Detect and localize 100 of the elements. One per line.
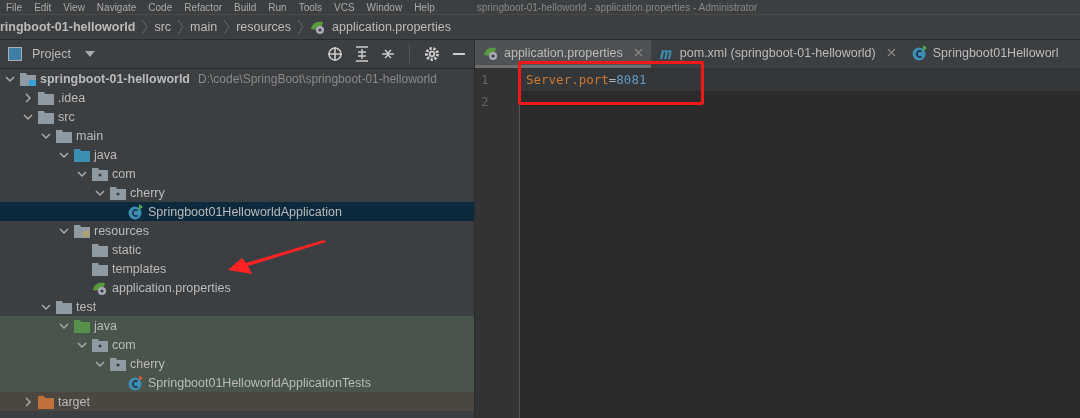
tree-row[interactable]: main (0, 126, 474, 145)
breadcrumb-item[interactable]: ringboot-01-helloworld (0, 20, 136, 34)
chevron-icon[interactable] (23, 92, 33, 103)
tree-label: Springboot01HelloworldApplication (148, 204, 342, 219)
folder-icon (74, 223, 90, 238)
chevron-icon[interactable] (59, 149, 69, 160)
tree-label: application.properties (112, 280, 231, 295)
tree-row[interactable]: cherry (0, 183, 474, 202)
tree-label: .idea (58, 90, 86, 105)
menu-item[interactable]: VCS (334, 1, 355, 13)
close-icon[interactable] (886, 48, 896, 57)
folder-icon (92, 261, 108, 276)
editor-tab[interactable]: application.properties (475, 40, 651, 68)
code-line: Server.port=8081 (526, 72, 647, 87)
tree-row[interactable]: src (0, 107, 474, 126)
menu-item[interactable]: Code (148, 1, 173, 13)
chevron-icon[interactable] (41, 301, 51, 312)
tree-row[interactable]: java (0, 316, 474, 335)
chevron-icon (141, 19, 149, 35)
class-icon (128, 203, 144, 220)
chevron-icon[interactable] (77, 339, 87, 350)
tree-label: src (58, 109, 75, 124)
menu-item[interactable]: Help (414, 1, 435, 13)
tree-label: static (112, 242, 142, 257)
tree-label: cherry (130, 185, 165, 200)
menu-item[interactable]: Navigate (96, 1, 137, 13)
chevron-icon (223, 19, 231, 35)
menu-item[interactable]: Tools (298, 1, 322, 13)
folder-icon (38, 109, 54, 124)
locate-icon[interactable] (327, 46, 343, 62)
tree-label: templates (112, 261, 167, 276)
tree-label: Springboot01HelloworldApplicationTests (148, 375, 372, 390)
folder-icon (56, 299, 72, 314)
tree-row[interactable]: Springboot01HelloworldApplication (0, 202, 474, 221)
class-icon (911, 44, 928, 61)
settings-icon[interactable] (424, 46, 440, 62)
chevron-icon[interactable] (59, 320, 69, 331)
folder-icon (74, 147, 90, 162)
tree-label: test (76, 299, 97, 314)
tree-row[interactable]: static (0, 240, 474, 259)
package-icon (110, 185, 126, 200)
dropdown-icon[interactable] (84, 51, 95, 57)
package-icon (92, 337, 108, 352)
folder-icon (56, 128, 72, 143)
chevron-icon[interactable] (41, 130, 51, 141)
tree-label: springboot-01-helloworld (40, 71, 190, 86)
tree-row[interactable]: com (0, 164, 474, 183)
breadcrumb-item[interactable]: main (190, 20, 218, 34)
menu-item[interactable]: Edit (34, 1, 52, 13)
menu-item[interactable]: Refactor (184, 1, 223, 13)
window-icon (8, 47, 22, 61)
path-label: D:\code\SpringBoot\springboot-01-helloworld (198, 71, 437, 86)
breadcrumb-item[interactable]: application.properties (332, 20, 451, 34)
folder-icon (20, 71, 36, 86)
window-title: springboot-01-helloworld - application.properties - Administrator (476, 1, 758, 13)
tree-row[interactable]: templates (0, 259, 474, 278)
tree-row[interactable]: test (0, 297, 474, 316)
editor-tab[interactable]: Springboot01Helloworl (903, 40, 1067, 68)
tree-label: java (94, 147, 117, 162)
folder-icon (38, 90, 54, 105)
folder-icon (74, 318, 90, 333)
tree-row[interactable]: java (0, 145, 474, 164)
chevron-icon (297, 19, 305, 35)
menu-item[interactable]: View (63, 1, 85, 13)
package-icon (110, 356, 126, 371)
editor-tab[interactable]: pom.xml (springboot-01-helloworld) (650, 40, 904, 68)
tree-row[interactable]: resources (0, 221, 474, 240)
menu-item[interactable]: File (6, 1, 23, 13)
chevron-icon[interactable] (95, 187, 105, 198)
tree-row[interactable]: Springboot01HelloworldApplicationTests (0, 373, 474, 392)
tree-label: main (76, 128, 104, 143)
chevron-icon[interactable] (23, 111, 33, 122)
class-icon (128, 374, 144, 391)
package-icon (92, 166, 108, 181)
chevron-icon[interactable] (95, 358, 105, 369)
folder-icon (38, 394, 54, 409)
breadcrumb-item[interactable]: resources (236, 20, 292, 34)
tree-row[interactable]: springboot-01-helloworld D:\code\SpringBoot\springboot-01-helloworld (0, 69, 474, 88)
tree-label: com (112, 337, 136, 352)
panel-title[interactable]: Project (32, 47, 71, 61)
tree-label: resources (94, 223, 149, 238)
chevron-icon (177, 19, 185, 35)
tree-row[interactable]: .idea (0, 88, 474, 107)
tree-row[interactable]: target (0, 392, 474, 411)
leaf-gear-icon (310, 19, 327, 35)
chevron-icon[interactable] (5, 73, 15, 84)
tree-row[interactable]: com (0, 335, 474, 354)
menu-item[interactable]: Window (366, 1, 403, 13)
menu-item[interactable]: Run (268, 1, 287, 13)
tree-label: cherry (130, 356, 165, 371)
breadcrumb-item[interactable]: src (154, 20, 172, 34)
chevron-icon[interactable] (59, 225, 69, 236)
expand-all-icon[interactable] (355, 46, 369, 62)
tree-row[interactable]: cherry (0, 354, 474, 373)
chevron-icon[interactable] (77, 168, 87, 179)
tree-label: target (58, 394, 90, 409)
folder-icon (92, 242, 108, 257)
tree-row[interactable]: application.properties (0, 278, 474, 297)
chevron-icon[interactable] (23, 396, 33, 407)
menu-item[interactable]: Build (234, 1, 257, 13)
